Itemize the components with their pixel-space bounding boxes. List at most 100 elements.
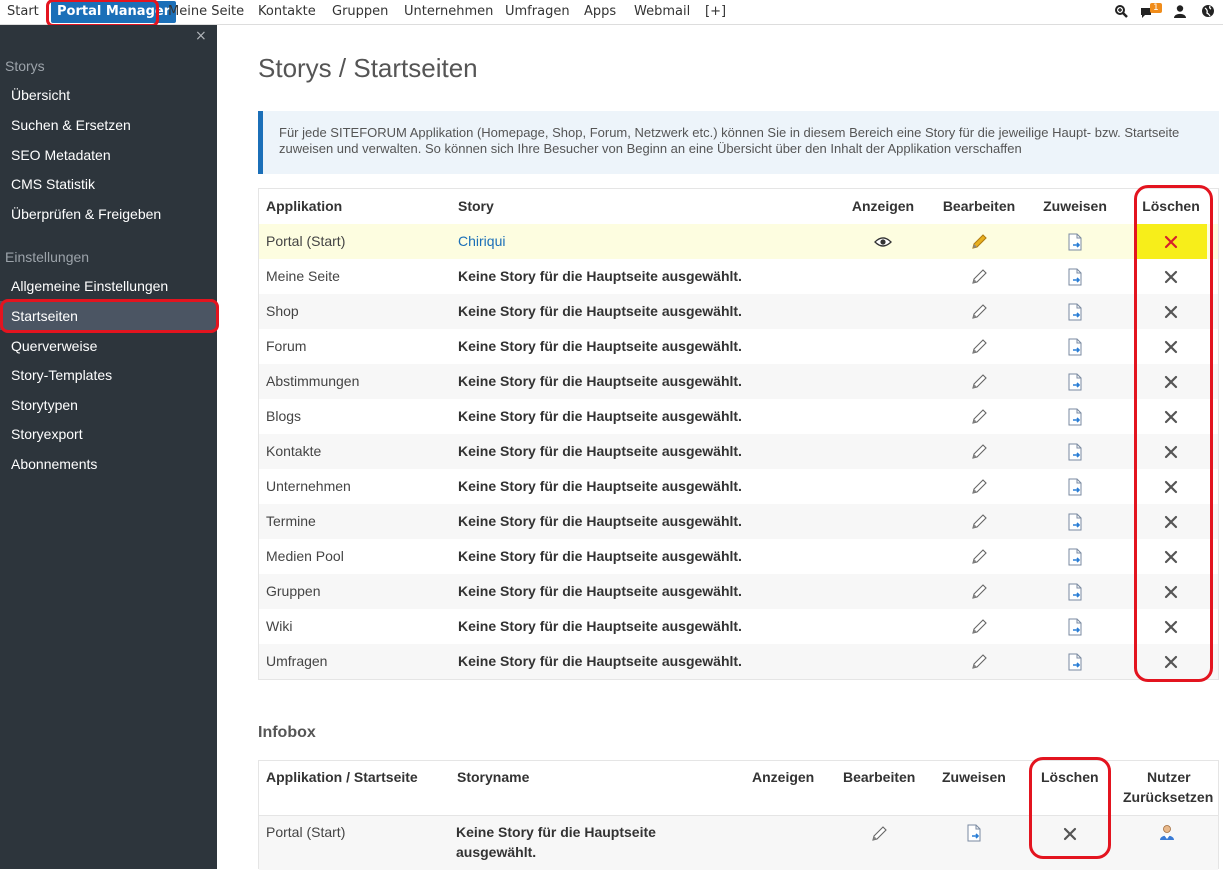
sidebar-item-story-templates[interactable]: Story-Templates (11, 367, 112, 383)
nav-start[interactable]: Start (7, 0, 39, 24)
assign-icon[interactable] (1067, 513, 1083, 531)
infobox-header-app: Applikation / Startseite (266, 769, 418, 785)
assign-icon[interactable] (1067, 303, 1083, 321)
cell-applikation: Portal (Start) (266, 233, 346, 249)
header-applikation: Applikation (266, 198, 343, 214)
pencil-icon[interactable] (870, 825, 888, 843)
sidebar-item-storytypen[interactable]: Storytypen (11, 397, 78, 413)
assign-cell (1035, 644, 1115, 679)
sidebar-item-querverweise[interactable]: Querverweise (11, 338, 97, 354)
cell-applikation: Shop (266, 303, 299, 319)
assign-cell (1035, 504, 1115, 539)
pencil-icon[interactable] (970, 268, 988, 286)
assign-cell (1035, 329, 1115, 364)
nav-umfragen[interactable]: Umfragen (505, 0, 570, 24)
cell-applikation: Forum (266, 338, 307, 354)
assign-icon[interactable] (1067, 373, 1083, 391)
assign-icon[interactable] (1067, 583, 1083, 601)
sidebar-item-ueberpruefen[interactable]: Überprüfen & Freigeben (11, 206, 161, 222)
cell-applikation: Gruppen (266, 583, 321, 599)
nav-webmail[interactable]: Webmail (634, 0, 690, 24)
edit-cell (939, 609, 1019, 644)
pencil-icon[interactable] (970, 233, 988, 251)
sidebar-item-suchen-ersetzen[interactable]: Suchen & Ersetzen (11, 117, 131, 133)
cell-story: Keine Story für die Hauptseite ausgewähl… (458, 583, 742, 599)
assign-icon[interactable] (1067, 443, 1083, 461)
table-row: Blogs Keine Story für die Hauptseite ausg… (259, 399, 1218, 434)
cell-story: Keine Story für die Hauptseite ausgewähl… (458, 338, 742, 354)
edit-cell (939, 329, 1019, 364)
cell-story: Keine Story für die Hauptseite ausgewähl… (458, 618, 742, 634)
page-title: Storys / Startseiten (258, 53, 478, 83)
edit-cell (939, 399, 1019, 434)
assign-icon[interactable] (1067, 548, 1083, 566)
edit-cell (939, 434, 1019, 469)
table-header: Applikation Story Anzeigen Bearbeiten Zu… (259, 189, 1218, 224)
assign-icon[interactable] (1067, 618, 1083, 636)
sidebar-item-uebersicht[interactable]: Übersicht (11, 87, 70, 103)
infobox-header-storyname: Storyname (457, 769, 530, 785)
header-anzeigen: Anzeigen (851, 198, 915, 214)
header-bearbeiten: Bearbeiten (942, 198, 1016, 214)
annotation-startseiten (0, 299, 219, 333)
sidebar-item-cms-statistik[interactable]: CMS Statistik (11, 176, 95, 192)
edit-cell (939, 224, 1019, 259)
cell-applikation: Wiki (266, 618, 293, 634)
assign-icon[interactable] (966, 824, 982, 842)
nav-meine-seite[interactable]: Meine Seite (168, 0, 244, 24)
cell-applikation: Meine Seite (266, 268, 340, 284)
edit-cell (939, 574, 1019, 609)
table-row: Meine Seite Keine Story für die Hauptseit… (259, 259, 1218, 294)
nav-kontakte[interactable]: Kontakte (258, 0, 316, 24)
eye-icon[interactable] (874, 236, 892, 248)
pencil-icon[interactable] (970, 513, 988, 531)
globe-icon[interactable] (1201, 4, 1215, 18)
pencil-icon[interactable] (970, 408, 988, 426)
nav-apps[interactable]: Apps (584, 0, 616, 24)
zoom-icon[interactable] (1114, 4, 1128, 18)
user-icon[interactable] (1173, 4, 1187, 18)
assign-cell (1035, 574, 1115, 609)
assign-icon[interactable] (1067, 233, 1083, 251)
assign-cell (1035, 364, 1115, 399)
assign-cell (1035, 224, 1115, 259)
pencil-icon[interactable] (970, 583, 988, 601)
assign-icon[interactable] (1067, 338, 1083, 356)
sidebar-item-seo-metadaten[interactable]: SEO Metadaten (11, 147, 111, 163)
assign-icon[interactable] (1067, 268, 1083, 286)
pencil-icon[interactable] (970, 338, 988, 356)
pencil-icon[interactable] (970, 653, 988, 671)
cell-story: Keine Story für die Hauptseite ausgewähl… (458, 548, 742, 564)
annotation-infobox-loeschen (1029, 757, 1111, 859)
cell-applikation: Abstimmungen (266, 373, 360, 389)
close-icon[interactable]: × (195, 28, 207, 44)
pencil-icon[interactable] (970, 303, 988, 321)
assign-cell (1035, 609, 1115, 644)
sidebar-item-allgemeine-einstellungen[interactable]: Allgemeine Einstellungen (11, 278, 168, 294)
table-row: Abstimmungen Keine Story für die Hauptsei… (259, 364, 1218, 399)
reset-user-icon[interactable] (1159, 824, 1175, 841)
nav-unternehmen[interactable]: Unternehmen (404, 0, 493, 24)
infobox-header-nutzer: Nutzer (1147, 769, 1191, 785)
pencil-icon[interactable] (970, 443, 988, 461)
assign-icon[interactable] (1067, 478, 1083, 496)
story-link[interactable]: Chiriqui (458, 224, 505, 259)
pencil-icon[interactable] (970, 478, 988, 496)
nav-add[interactable]: [+] (705, 0, 726, 24)
assign-icon[interactable] (1067, 653, 1083, 671)
infobox-cell-app: Portal (Start) (266, 824, 346, 840)
sidebar-item-storyexport[interactable]: Storyexport (11, 426, 83, 442)
cell-story: Keine Story für die Hauptseite ausgewähl… (458, 513, 742, 529)
cell-story: Keine Story für die Hauptseite ausgewähl… (458, 303, 742, 319)
edit-cell (939, 259, 1019, 294)
assign-icon[interactable] (1067, 408, 1083, 426)
sidebar-item-abonnements[interactable]: Abonnements (11, 456, 97, 472)
table-row: Unternehmen Keine Story für die Hauptseit… (259, 469, 1218, 504)
cell-story: Keine Story für die Hauptseite ausgewähl… (458, 408, 742, 424)
nav-gruppen[interactable]: Gruppen (332, 0, 388, 24)
assign-cell (1035, 469, 1115, 504)
pencil-icon[interactable] (970, 548, 988, 566)
cell-applikation: Medien Pool (266, 548, 344, 564)
pencil-icon[interactable] (970, 373, 988, 391)
pencil-icon[interactable] (970, 618, 988, 636)
